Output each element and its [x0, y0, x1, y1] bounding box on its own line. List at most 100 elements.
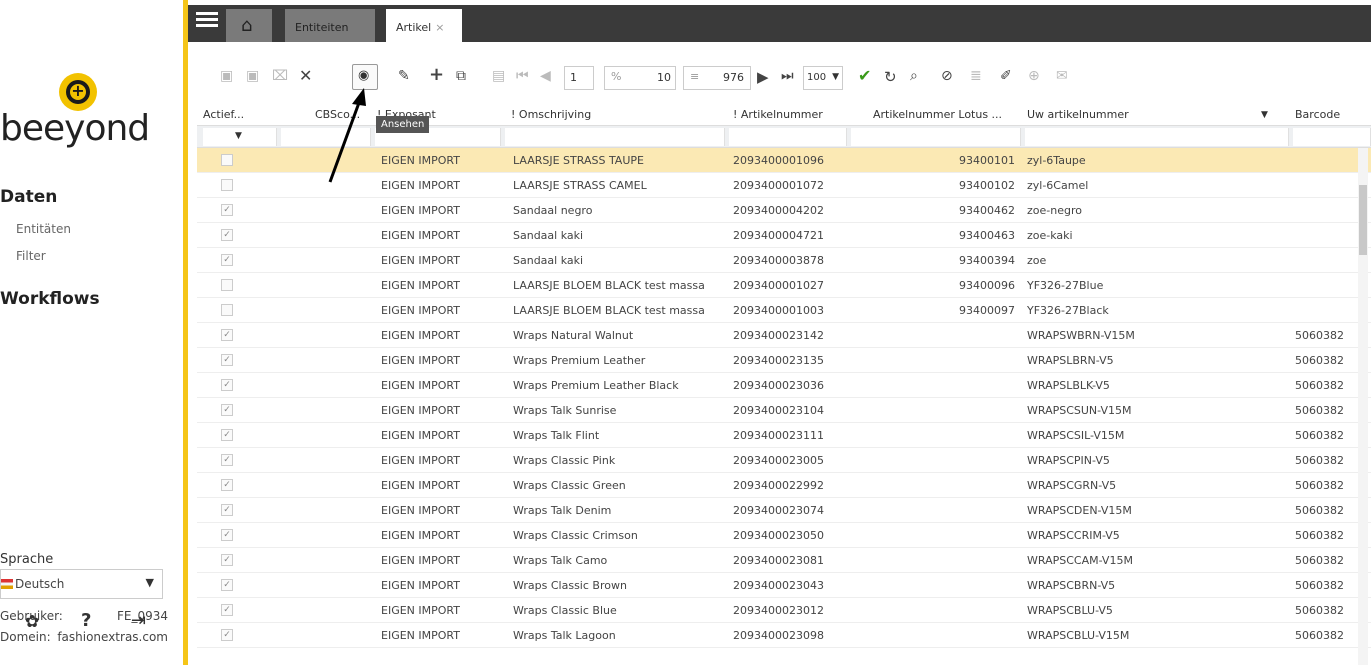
tab-entiteiten[interactable]: Entiteiten [285, 9, 375, 42]
table-row[interactable]: EIGEN IMPORT LAARSJE BLOEM BLACK test mas… [197, 298, 1371, 323]
export-icon[interactable]: ▤ [492, 68, 505, 84]
col-uw-artikelnummer[interactable]: Uw artikelnummer [1027, 108, 1129, 121]
zoom-icon[interactable]: ⊘ [941, 68, 953, 84]
save-as-icon[interactable]: ▣ [246, 68, 259, 84]
columns-icon[interactable]: ≣ [970, 68, 982, 84]
prev-page-icon[interactable]: ◀ [540, 68, 551, 84]
actief-checkbox[interactable]: ✓ [221, 629, 233, 641]
col-actief[interactable]: Actief... [203, 108, 244, 121]
table-row[interactable]: ✓ EIGEN IMPORT Wraps Talk Camo 209340002308… [197, 548, 1371, 573]
table-row[interactable]: ✓ EIGEN IMPORT Wraps Talk Flint 20934000231… [197, 423, 1371, 448]
filter-cbscode[interactable] [281, 128, 371, 146]
gear-icon[interactable]: ✿ [25, 612, 39, 632]
cell-uw-artikelnummer: WRAPSCGRN-V5 [1027, 479, 1117, 492]
last-page-icon[interactable]: ⏭ [781, 68, 794, 84]
workflows-heading[interactable]: Workflows [0, 289, 100, 309]
table-row[interactable]: EIGEN IMPORT LAARSJE STRASS CAMEL 20934000… [197, 173, 1371, 198]
add-icon[interactable]: + [429, 64, 444, 85]
data-grid: Actief... CBSco... ! Exposant ! Omschrij… [197, 104, 1371, 665]
cell-uw-artikelnummer: zoe [1027, 254, 1047, 267]
close-icon[interactable]: × [435, 21, 444, 34]
check-icon[interactable]: ✔ [858, 66, 871, 85]
actief-checkbox[interactable]: ✓ [221, 404, 233, 416]
actief-checkbox[interactable]: ✓ [221, 454, 233, 466]
tab-artikel[interactable]: Artikel × [386, 9, 462, 42]
actief-checkbox[interactable] [221, 154, 233, 166]
globe-icon[interactable]: ⊕ [1028, 68, 1040, 84]
per-page-field[interactable]: % 10 [604, 66, 676, 90]
edit-icon[interactable]: ✎ [398, 68, 410, 84]
col-barcode[interactable]: Barcode [1295, 108, 1340, 121]
scrollbar-thumb[interactable] [1359, 185, 1367, 255]
table-row[interactable]: EIGEN IMPORT LAARSJE BLOEM BLACK test mas… [197, 273, 1371, 298]
refresh-icon[interactable]: ↻ [884, 68, 897, 86]
cancel-icon[interactable]: ✕ [299, 66, 312, 85]
mail-icon[interactable]: ✉ [1056, 68, 1068, 84]
actief-checkbox[interactable]: ✓ [221, 529, 233, 541]
brush-icon[interactable]: ✐ [1000, 68, 1012, 84]
language-select[interactable]: Deutsch ▼ [0, 569, 163, 599]
actief-checkbox[interactable]: ✓ [221, 254, 233, 266]
sort-down-icon[interactable]: ▼ [1261, 110, 1268, 120]
filter-omschrijving[interactable] [505, 128, 725, 146]
actief-checkbox[interactable] [221, 179, 233, 191]
tab-label: Artikel [396, 21, 432, 34]
tab-label: Entiteiten [295, 21, 349, 34]
actief-checkbox[interactable]: ✓ [221, 579, 233, 591]
col-cbscode[interactable]: CBSco... [315, 108, 360, 121]
next-page-icon[interactable]: ▶ [757, 68, 769, 86]
table-row[interactable]: ✓ EIGEN IMPORT Wraps Classic Crimson 209340… [197, 523, 1371, 548]
actief-checkbox[interactable]: ✓ [221, 329, 233, 341]
first-page-icon[interactable]: ⏮ [516, 68, 529, 84]
copy-icon[interactable]: ⧉ [456, 68, 466, 84]
table-row[interactable]: ✓ EIGEN IMPORT Wraps Classic Brown 20934000… [197, 573, 1371, 598]
page-size-select[interactable]: 100 ▼ [803, 66, 843, 90]
view-button[interactable]: ◉ [352, 64, 378, 90]
actief-checkbox[interactable]: ✓ [221, 379, 233, 391]
col-artikelnummer[interactable]: ! Artikelnummer [733, 108, 823, 121]
actief-checkbox[interactable]: ✓ [221, 554, 233, 566]
help-icon[interactable]: ? [81, 610, 91, 631]
actief-checkbox[interactable]: ✓ [221, 354, 233, 366]
table-row[interactable]: ✓ EIGEN IMPORT Wraps Talk Denim 20934000230… [197, 498, 1371, 523]
filter-barcode[interactable] [1293, 128, 1371, 146]
table-row[interactable]: ✓ EIGEN IMPORT Wraps Classic Pink 209340002… [197, 448, 1371, 473]
tab-home[interactable]: ⌂ [226, 9, 272, 42]
delete-icon[interactable]: ⌧ [272, 68, 288, 84]
table-row[interactable]: ✓ EIGEN IMPORT Sandaal kaki 2093400003878 93… [197, 248, 1371, 273]
actief-checkbox[interactable] [221, 304, 233, 316]
col-artikelnummer-lotus[interactable]: Artikelnummer Lotus ... [873, 108, 1002, 121]
table-row[interactable]: ✓ EIGEN IMPORT Wraps Classic Green 20934000… [197, 473, 1371, 498]
filter-uw[interactable] [1025, 128, 1289, 146]
col-omschrijving[interactable]: ! Omschrijving [511, 108, 591, 121]
actief-checkbox[interactable]: ✓ [221, 229, 233, 241]
sidebar-item-entitaten[interactable]: Entitäten [16, 222, 71, 236]
actief-checkbox[interactable]: ✓ [221, 604, 233, 616]
table-row[interactable]: ✓ EIGEN IMPORT Sandaal kaki 2093400004721 93… [197, 223, 1371, 248]
actief-checkbox[interactable]: ✓ [221, 479, 233, 491]
table-row[interactable]: EIGEN IMPORT LAARSJE STRASS TAUPE 20934000… [197, 148, 1371, 173]
cell-artikelnummer: 2093400023098 [733, 629, 824, 642]
table-row[interactable]: ✓ EIGEN IMPORT Wraps Talk Sunrise 209340002… [197, 398, 1371, 423]
sidebar-item-filter[interactable]: Filter [16, 249, 46, 263]
page-input[interactable]: 1 [564, 66, 594, 90]
logout-icon[interactable]: ⇥ [131, 610, 146, 631]
menu-icon[interactable] [196, 9, 218, 31]
actief-checkbox[interactable]: ✓ [221, 204, 233, 216]
table-row[interactable]: ✓ EIGEN IMPORT Wraps Premium Leather Black… [197, 373, 1371, 398]
table-row[interactable]: ✓ EIGEN IMPORT Wraps Talk Lagoon 2093400023… [197, 623, 1371, 648]
actief-checkbox[interactable] [221, 279, 233, 291]
filter-artikelnummer[interactable] [729, 128, 847, 146]
table-row[interactable]: ✓ EIGEN IMPORT Sandaal negro 2093400004202 9… [197, 198, 1371, 223]
save-icon[interactable]: ▣ [220, 68, 233, 84]
cell-omschrijving: Wraps Classic Green [513, 479, 626, 492]
search-icon[interactable]: ⌕ [910, 68, 918, 84]
actief-checkbox[interactable]: ✓ [221, 504, 233, 516]
cell-artikelnummer: 2093400023111 [733, 429, 824, 442]
actief-checkbox[interactable]: ✓ [221, 429, 233, 441]
filter-lotus[interactable] [851, 128, 1021, 146]
table-row[interactable]: ✓ EIGEN IMPORT Wraps Classic Blue 209340002… [197, 598, 1371, 623]
filter-actief[interactable]: ▼ [203, 128, 277, 146]
table-row[interactable]: ✓ EIGEN IMPORT Wraps Premium Leather 209340… [197, 348, 1371, 373]
table-row[interactable]: ✓ EIGEN IMPORT Wraps Natural Walnut 2093400… [197, 323, 1371, 348]
